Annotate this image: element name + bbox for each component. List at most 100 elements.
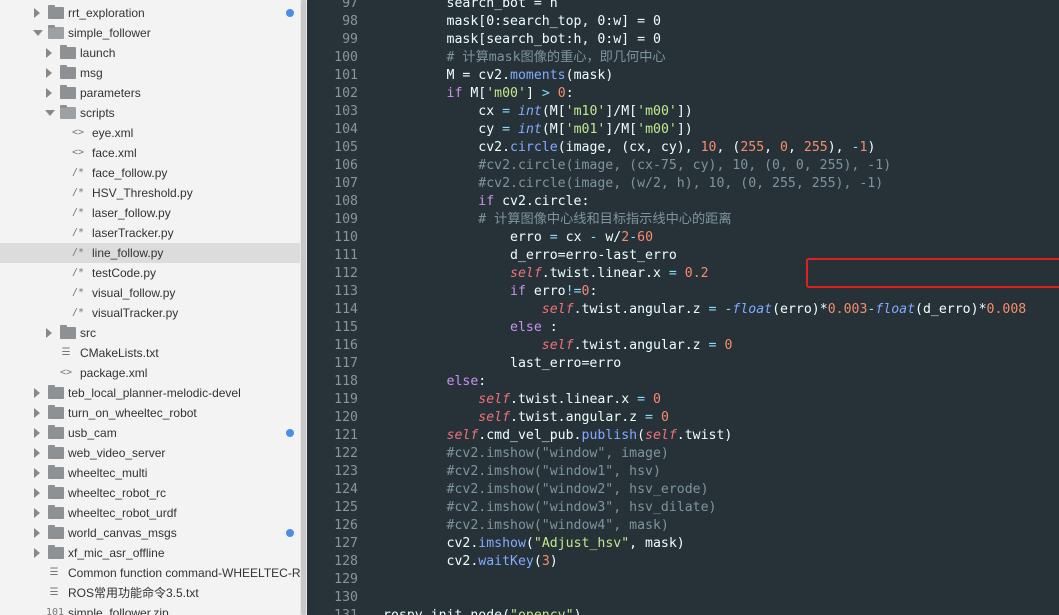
chevron-right-icon[interactable] (34, 468, 40, 478)
tree-file[interactable]: /* HSV_Threshold.py (0, 183, 300, 203)
code-text[interactable]: self.twist.linear.x = 0 (383, 391, 661, 409)
code-text[interactable]: #cv2.imshow("window4", mask) (383, 517, 669, 535)
tree-file[interactable]: 101 simple_follower.zip (0, 603, 300, 615)
chevron-right-icon[interactable] (34, 448, 40, 458)
code-line[interactable]: 108 if cv2.circle: (307, 193, 1059, 211)
chevron-right-icon[interactable] (34, 388, 40, 398)
tree-folder[interactable]: wheeltec_multi (0, 463, 300, 483)
code-line[interactable]: 98 mask[0:search_top, 0:w] = 0 (307, 13, 1059, 31)
tree-folder[interactable]: world_canvas_msgs (0, 523, 300, 543)
code-line[interactable]: 104 cy = int(M['m01']/M['m00']) (307, 121, 1059, 139)
chevron-down-icon[interactable] (45, 110, 55, 116)
tree-file[interactable]: ☰ ROS常用功能命令3.5.txt (0, 583, 300, 603)
code-text[interactable]: self.cmd_vel_pub.publish(self.twist) (383, 427, 733, 445)
code-line[interactable]: 128 cv2.waitKey(3) (307, 553, 1059, 571)
chevron-right-icon[interactable] (46, 68, 52, 78)
chevron-right-icon[interactable] (46, 328, 52, 338)
code-line[interactable]: 109 # 计算图像中心线和目标指示线中心的距离 (307, 211, 1059, 229)
code-line[interactable]: 102 if M['m00'] > 0: (307, 85, 1059, 103)
code-text[interactable]: if cv2.circle: (383, 193, 589, 211)
code-text[interactable]: self.twist.angular.z = 0 (383, 337, 733, 355)
code-text[interactable]: #cv2.circle(image, (cx-75, cy), 10, (0, … (383, 157, 891, 175)
code-line[interactable]: 129 (307, 571, 1059, 589)
tree-folder[interactable]: scripts (0, 103, 300, 123)
code-line[interactable]: 114 self.twist.angular.z = -float(erro)*… (307, 301, 1059, 319)
code-line[interactable]: 120 self.twist.angular.z = 0 (307, 409, 1059, 427)
tree-folder[interactable]: rrt_exploration (0, 3, 300, 23)
chevron-right-icon[interactable] (46, 88, 52, 98)
chevron-right-icon[interactable] (34, 8, 40, 18)
code-text[interactable]: cy = int(M['m01']/M['m00']) (383, 121, 692, 139)
sidebar-scrollbar-thumb[interactable] (301, 0, 306, 615)
code-text[interactable]: self.twist.angular.z = 0 (383, 409, 669, 427)
tree-file[interactable]: /* visualTracker.py (0, 303, 300, 323)
code-text[interactable]: else: (383, 373, 487, 391)
code-text[interactable]: self.twist.linear.x = 0.2 (383, 265, 709, 283)
code-text[interactable]: rospy.init_node("opencv") (383, 607, 582, 615)
tree-file[interactable]: /* face_follow.py (0, 163, 300, 183)
code-text[interactable]: if erro!=0: (383, 283, 597, 301)
code-line[interactable]: 127 cv2.imshow("Adjust_hsv", mask) (307, 535, 1059, 553)
code-text[interactable]: self.twist.angular.z = -float(erro)*0.00… (383, 301, 1026, 319)
code-line[interactable]: 126 #cv2.imshow("window4", mask) (307, 517, 1059, 535)
code-line[interactable]: 121 self.cmd_vel_pub.publish(self.twist) (307, 427, 1059, 445)
code-line[interactable]: 125 #cv2.imshow("window3", hsv_dilate) (307, 499, 1059, 517)
code-text[interactable]: cv2.imshow("Adjust_hsv", mask) (383, 535, 685, 553)
code-text[interactable]: mask[0:search_top, 0:w] = 0 (383, 13, 661, 31)
code-line[interactable]: 99 mask[search_bot:h, 0:w] = 0 (307, 31, 1059, 49)
code-line[interactable]: 101 M = cv2.moments(mask) (307, 67, 1059, 85)
chevron-right-icon[interactable] (46, 48, 52, 58)
code-line[interactable]: 106 #cv2.circle(image, (cx-75, cy), 10, … (307, 157, 1059, 175)
tree-file[interactable]: /* visual_follow.py (0, 283, 300, 303)
tree-folder[interactable]: turn_on_wheeltec_robot (0, 403, 300, 423)
code-line[interactable]: 117 last_erro=erro (307, 355, 1059, 373)
tree-folder[interactable]: wheeltec_robot_urdf (0, 503, 300, 523)
chevron-right-icon[interactable] (34, 508, 40, 518)
code-line[interactable]: 122 #cv2.imshow("window", image) (307, 445, 1059, 463)
code-text[interactable]: M = cv2.moments(mask) (383, 67, 614, 85)
code-text[interactable]: erro = cx - w/2-60 (383, 229, 653, 247)
tree-folder[interactable]: xf_mic_asr_offline (0, 543, 300, 563)
tree-folder[interactable]: msg (0, 63, 300, 83)
tree-file[interactable]: <> face.xml (0, 143, 300, 163)
tree-file[interactable]: /* laser_follow.py (0, 203, 300, 223)
code-text[interactable]: #cv2.circle(image, (w/2, h), 10, (0, 255… (383, 175, 883, 193)
tree-folder[interactable]: launch (0, 43, 300, 63)
code-text[interactable]: d_erro=erro-last_erro (383, 247, 677, 265)
code-line[interactable]: 116 self.twist.angular.z = 0 (307, 337, 1059, 355)
chevron-right-icon[interactable] (34, 528, 40, 538)
code-line[interactable]: 131 rospy.init_node("opencv") (307, 607, 1059, 615)
tree-folder[interactable]: src (0, 323, 300, 343)
tree-file[interactable]: ☰ Common function command-WHEELTEC-RC (0, 563, 307, 583)
tree-folder[interactable]: parameters (0, 83, 300, 103)
tree-folder[interactable]: teb_local_planner-melodic-devel (0, 383, 300, 403)
code-text[interactable]: #cv2.imshow("window2", hsv_erode) (383, 481, 709, 499)
code-line[interactable]: 130 (307, 589, 1059, 607)
code-text[interactable]: # 计算mask图像的重心，即几何中心 (383, 49, 666, 67)
tree-folder[interactable]: web_video_server (0, 443, 300, 463)
chevron-right-icon[interactable] (34, 488, 40, 498)
code-text[interactable]: search_bot = h (383, 0, 558, 13)
code-line[interactable]: 119 self.twist.linear.x = 0 (307, 391, 1059, 409)
code-text[interactable]: else : (383, 319, 558, 337)
code-line[interactable]: 115 else : (307, 319, 1059, 337)
code-text[interactable]: if M['m00'] > 0: (383, 85, 574, 103)
code-line[interactable]: 124 #cv2.imshow("window2", hsv_erode) (307, 481, 1059, 499)
code-line[interactable]: 107 #cv2.circle(image, (w/2, h), 10, (0,… (307, 175, 1059, 193)
code-text[interactable]: cx = int(M['m10']/M['m00']) (383, 103, 692, 121)
tree-file[interactable]: <> eye.xml (0, 123, 300, 143)
chevron-right-icon[interactable] (34, 428, 40, 438)
tree-file[interactable]: /* line_follow.py (0, 243, 300, 263)
code-line[interactable]: 110 erro = cx - w/2-60 (307, 229, 1059, 247)
code-line[interactable]: 100 # 计算mask图像的重心，即几何中心 (307, 49, 1059, 67)
code-text[interactable]: cv2.waitKey(3) (383, 553, 558, 571)
tree-file[interactable]: /* testCode.py (0, 263, 300, 283)
code-line[interactable]: 118 else: (307, 373, 1059, 391)
code-editor[interactable]: 97 search_bot = h 98 mask[0:search_top, 0… (307, 0, 1059, 615)
chevron-right-icon[interactable] (34, 548, 40, 558)
code-line[interactable]: 103 cx = int(M['m10']/M['m00']) (307, 103, 1059, 121)
tree-file[interactable]: /* laserTracker.py (0, 223, 300, 243)
code-line[interactable]: 123 #cv2.imshow("window1", hsv) (307, 463, 1059, 481)
tree-folder[interactable]: wheeltec_robot_rc (0, 483, 300, 503)
code-text[interactable]: last_erro=erro (383, 355, 621, 373)
